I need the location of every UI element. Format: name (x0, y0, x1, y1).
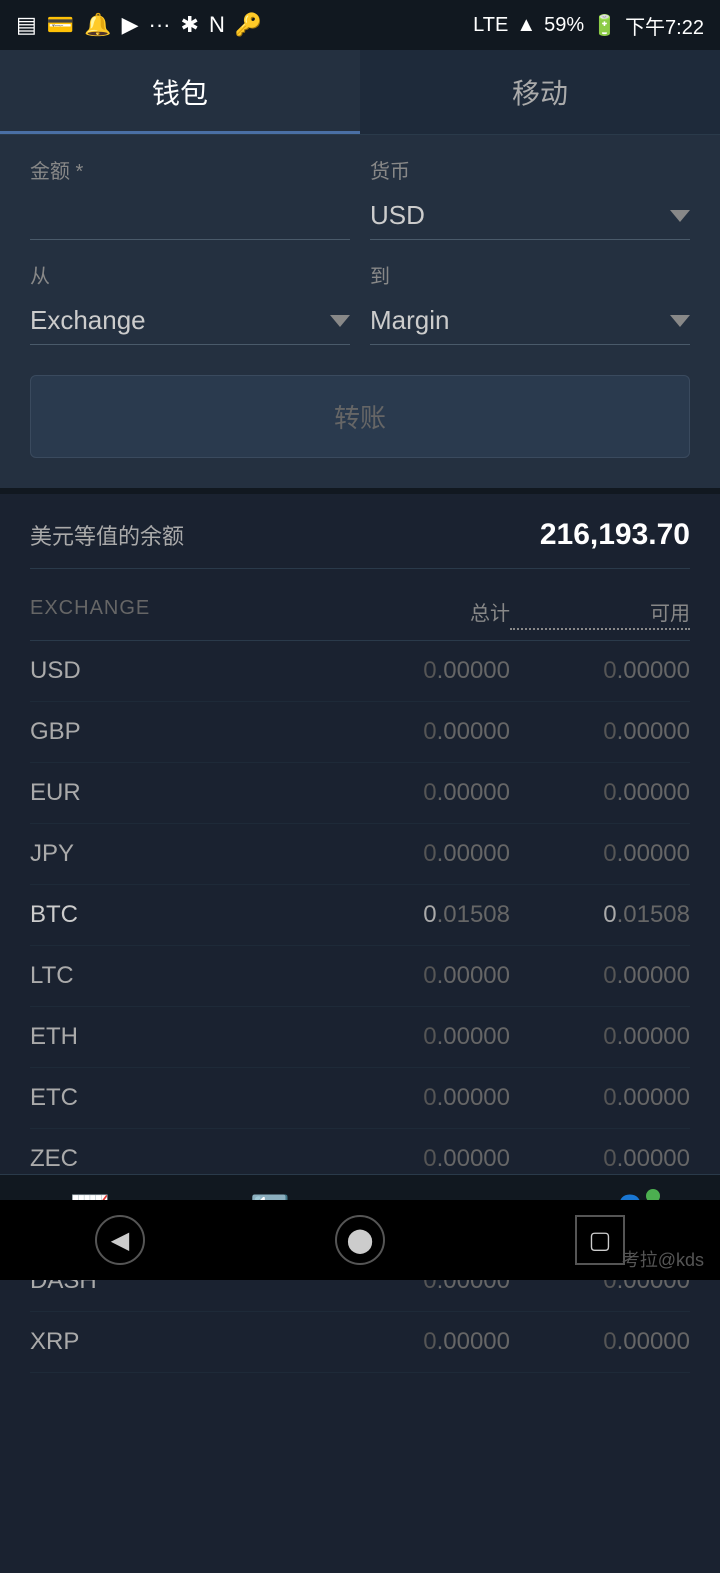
table-row: GBP 0.00000 0.00000 (30, 702, 690, 763)
form-row-top: 金额 * 货币 USD (30, 155, 690, 240)
amount-label: 金额 * (30, 155, 350, 184)
play-icon: ▶ (122, 12, 139, 38)
tab-wallet[interactable]: 钱包 (0, 50, 360, 134)
currency-name: EUR (30, 779, 310, 807)
row-available: 0.00000 (510, 1023, 690, 1051)
currency-select[interactable]: USD (370, 192, 690, 240)
row-total: 0.00000 (310, 779, 510, 807)
row-total: 0.01508 (310, 901, 510, 929)
currency-chevron-icon (670, 210, 690, 222)
table-row: ETH 0.00000 0.00000 (30, 1007, 690, 1068)
row-total: 0.00000 (310, 1145, 510, 1173)
currency-name: JPY (30, 840, 310, 868)
row-total: 0.00000 (310, 962, 510, 990)
top-tabs: 钱包 移动 (0, 50, 720, 135)
row-available: 0.00000 (510, 657, 690, 685)
signal-bars: ▲ (516, 14, 536, 37)
table-row: EUR 0.00000 0.00000 (30, 763, 690, 824)
balance-value: 216,193.70 (540, 518, 690, 552)
system-nav: ◀ ⬤ ▢ 考拉@kds (0, 1200, 720, 1280)
table-row: LTC 0.00000 0.00000 (30, 946, 690, 1007)
status-left: ▤ 💳 🔔 ▶ ··· ✱ N 🔑 (16, 12, 262, 38)
currency-name: GBP (30, 718, 310, 746)
currency-name: XRP (30, 1328, 310, 1356)
tab-move[interactable]: 移动 (360, 50, 720, 134)
currency-label: 货币 (370, 155, 690, 184)
row-total: 0.00000 (310, 840, 510, 868)
currency-name: LTC (30, 962, 310, 990)
from-group: 从 Exchange (30, 260, 350, 345)
col-available-header: 可用 (510, 597, 690, 630)
to-label: 到 (370, 260, 690, 289)
back-button[interactable]: ◀ (95, 1215, 145, 1265)
lte-label: LTE (473, 14, 508, 37)
row-total: 0.00000 (310, 1084, 510, 1112)
to-chevron-icon (670, 315, 690, 327)
from-value: Exchange (30, 305, 146, 336)
sim-icon: ▤ (16, 12, 37, 38)
balance-section: 美元等值的余额 216,193.70 (0, 488, 720, 579)
from-select[interactable]: Exchange (30, 297, 350, 345)
status-right: LTE ▲ 59% 🔋 下午7:22 (473, 11, 704, 40)
row-total: 0.00000 (310, 657, 510, 685)
currency-group: 货币 USD (370, 155, 690, 240)
form-area: 金额 * 货币 USD 从 Exchange (0, 135, 720, 488)
currency-name: USD (30, 657, 310, 685)
battery-icon: 🔋 (592, 13, 617, 38)
from-label: 从 (30, 260, 350, 289)
recents-button[interactable]: ▢ (575, 1215, 625, 1265)
row-available: 0.00000 (510, 840, 690, 868)
currency-name: BTC (30, 901, 310, 929)
row-total: 0.00000 (310, 1328, 510, 1356)
currency-name: ETH (30, 1023, 310, 1051)
currency-name: ZEC (30, 1145, 310, 1173)
home-button[interactable]: ⬤ (335, 1215, 385, 1265)
currency-value: USD (370, 200, 425, 231)
row-available: 0.00000 (510, 779, 690, 807)
watermark: 考拉@kds (622, 1246, 704, 1272)
bluetooth-icon: ✱ (181, 12, 199, 38)
transfer-button[interactable]: 转账 (30, 375, 690, 458)
section-label: EXCHANGE (30, 597, 310, 630)
row-total: 0.00000 (310, 1023, 510, 1051)
table-row: JPY 0.00000 0.00000 (30, 824, 690, 885)
amount-input[interactable] (30, 192, 350, 240)
row-available: 0.00000 (510, 1328, 690, 1356)
row-available: 0.00000 (510, 1084, 690, 1112)
wallet-icon: 💳 (47, 12, 74, 38)
to-group: 到 Margin (370, 260, 690, 345)
dots-icon: ··· (149, 12, 171, 38)
bell-icon: 🔔 (84, 12, 111, 38)
row-available: 0.00000 (510, 718, 690, 746)
to-value: Margin (370, 305, 449, 336)
table-header: EXCHANGE 总计 可用 (30, 579, 690, 641)
col-total-header: 总计 (310, 597, 510, 630)
time-label: 下午7:22 (625, 11, 704, 40)
currency-name: ETC (30, 1084, 310, 1112)
to-select[interactable]: Margin (370, 297, 690, 345)
status-bar: ▤ 💳 🔔 ▶ ··· ✱ N 🔑 LTE ▲ 59% 🔋 下午7:22 (0, 0, 720, 50)
table-row: USD 0.00000 0.00000 (30, 641, 690, 702)
table-row: BTC 0.01508 0.01508 (30, 885, 690, 946)
row-total: 0.00000 (310, 718, 510, 746)
amount-group: 金额 * (30, 155, 350, 240)
key-icon: 🔑 (235, 12, 262, 38)
table-row: ETC 0.00000 0.00000 (30, 1068, 690, 1129)
nfc-icon: N (209, 12, 225, 38)
row-available: 0.00000 (510, 1145, 690, 1173)
row-available: 0.01508 (510, 901, 690, 929)
table-row: XRP 0.00000 0.00000 (30, 1312, 690, 1373)
from-chevron-icon (330, 315, 350, 327)
battery-label: 59% (544, 14, 584, 37)
form-row-from-to: 从 Exchange 到 Margin (30, 260, 690, 345)
row-available: 0.00000 (510, 962, 690, 990)
balance-label: 美元等值的余额 (30, 519, 184, 551)
balance-row: 美元等值的余额 216,193.70 (30, 518, 690, 569)
